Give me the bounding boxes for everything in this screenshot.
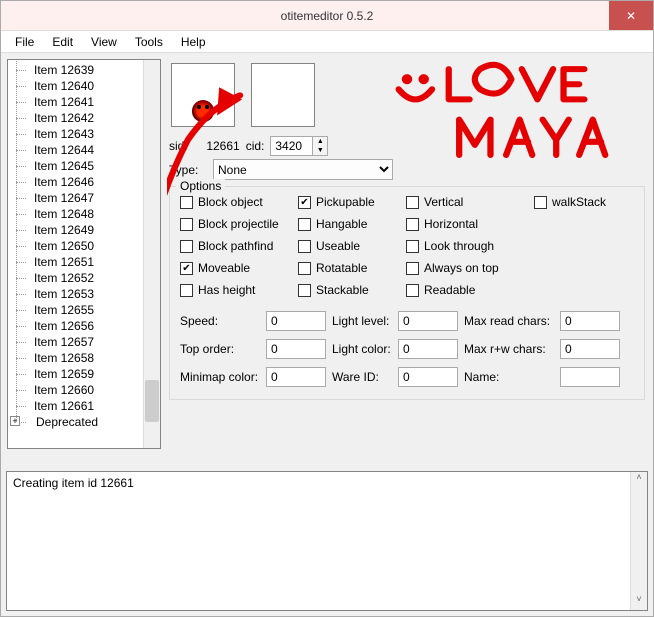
window-title: otitemeditor 0.5.2: [281, 9, 374, 23]
name-input[interactable]: [560, 367, 620, 387]
tree-item[interactable]: Item 12640: [8, 78, 143, 94]
sprite-preview-2: [251, 63, 315, 127]
tree-item-deprecated[interactable]: +Deprecated: [8, 414, 143, 430]
tree-item[interactable]: Item 12661: [8, 398, 143, 414]
check-moveable[interactable]: ✔Moveable: [180, 261, 290, 275]
check-readable[interactable]: Readable: [406, 283, 526, 297]
speed-input[interactable]: [266, 311, 326, 331]
log-scrollbar[interactable]: ˄ ˅: [630, 472, 647, 610]
menu-tools[interactable]: Tools: [127, 33, 171, 51]
menu-help[interactable]: Help: [173, 33, 214, 51]
title-bar: otitemeditor 0.5.2 ✕: [1, 1, 653, 31]
type-select[interactable]: None: [213, 159, 393, 180]
max-read-label: Max read chars:: [464, 314, 554, 328]
tree-item[interactable]: Item 12641: [8, 94, 143, 110]
type-row: Type: None: [169, 159, 645, 180]
check-always-on-top[interactable]: Always on top: [406, 261, 526, 275]
tree-item[interactable]: Item 12639: [8, 62, 143, 78]
tree-item[interactable]: Item 12644: [8, 142, 143, 158]
options-grid: Block object ✔Pickupable Vertical walkSt…: [180, 195, 634, 297]
tree-item[interactable]: Item 12651: [8, 254, 143, 270]
light-color-input[interactable]: [398, 339, 458, 359]
light-color-label: Light color:: [332, 342, 392, 356]
tree-item[interactable]: Item 12650: [8, 238, 143, 254]
check-pickupable[interactable]: ✔Pickupable: [298, 195, 398, 209]
check-rotatable[interactable]: Rotatable: [298, 261, 398, 275]
sprite-preview-1: [171, 63, 235, 127]
max-rw-label: Max r+w chars:: [464, 342, 554, 356]
tree-scrollbar[interactable]: [143, 60, 160, 448]
check-block-object[interactable]: Block object: [180, 195, 290, 209]
sid-label: sid:: [169, 139, 188, 153]
preview-row: [169, 61, 645, 133]
menu-edit[interactable]: Edit: [44, 33, 81, 51]
sid-value: 12661: [194, 139, 240, 153]
properties-grid: Speed: Light level: Max read chars: Top …: [180, 311, 634, 387]
check-block-projectile[interactable]: Block projectile: [180, 217, 290, 231]
cid-input[interactable]: [270, 136, 312, 156]
check-vertical[interactable]: Vertical: [406, 195, 526, 209]
check-look-through[interactable]: Look through: [406, 239, 526, 253]
tree-item[interactable]: Item 12653: [8, 286, 143, 302]
check-stackable[interactable]: Stackable: [298, 283, 398, 297]
light-level-label: Light level:: [332, 314, 392, 328]
cid-label: cid:: [246, 139, 265, 153]
log-text: Creating item id 12661: [13, 476, 134, 490]
check-useable[interactable]: Useable: [298, 239, 398, 253]
tree-item[interactable]: Item 12647: [8, 190, 143, 206]
tree-scroll-thumb[interactable]: [145, 380, 159, 422]
tree-item[interactable]: Item 12657: [8, 334, 143, 350]
item-tree: Item 12639Item 12640Item 12641Item 12642…: [7, 59, 161, 449]
max-rw-input[interactable]: [560, 339, 620, 359]
tree-viewport[interactable]: Item 12639Item 12640Item 12641Item 12642…: [8, 60, 143, 448]
top-order-input[interactable]: [266, 339, 326, 359]
check-hangable[interactable]: Hangable: [298, 217, 398, 231]
max-read-input[interactable]: [560, 311, 620, 331]
check-horizontal[interactable]: Horizontal: [406, 217, 526, 231]
minimap-label: Minimap color:: [180, 370, 260, 384]
tree-item[interactable]: Item 12643: [8, 126, 143, 142]
cid-spin-buttons[interactable]: ▲▼: [312, 136, 328, 156]
tree-item[interactable]: Item 12655: [8, 302, 143, 318]
options-fieldset: Options Block object ✔Pickupable Vertica…: [169, 186, 645, 400]
top-order-label: Top order:: [180, 342, 260, 356]
close-button[interactable]: ✕: [609, 1, 653, 30]
ware-input[interactable]: [398, 367, 458, 387]
scroll-up-icon[interactable]: ˄: [631, 472, 647, 488]
tree-item[interactable]: Item 12658: [8, 350, 143, 366]
tree-item[interactable]: Item 12648: [8, 206, 143, 222]
tree-item[interactable]: Item 12660: [8, 382, 143, 398]
options-legend: Options: [176, 179, 225, 193]
light-level-input[interactable]: [398, 311, 458, 331]
sid-cid-row: sid: 12661 cid: ▲▼: [169, 136, 645, 156]
main-split: Item 12639Item 12640Item 12641Item 12642…: [1, 53, 653, 469]
ware-label: Ware ID:: [332, 370, 392, 384]
menu-bar: File Edit View Tools Help: [1, 31, 653, 53]
tree-item[interactable]: Item 12656: [8, 318, 143, 334]
close-icon: ✕: [626, 9, 636, 23]
name-label: Name:: [464, 370, 554, 384]
menu-file[interactable]: File: [7, 33, 42, 51]
log-panel: Creating item id 12661 ˄ ˅: [6, 471, 648, 611]
tree-item[interactable]: Item 12652: [8, 270, 143, 286]
tree-item[interactable]: Item 12642: [8, 110, 143, 126]
menu-view[interactable]: View: [83, 33, 125, 51]
expand-icon[interactable]: +: [10, 416, 20, 426]
type-label: Type:: [169, 163, 207, 177]
tree-item[interactable]: Item 12645: [8, 158, 143, 174]
scroll-down-icon[interactable]: ˅: [631, 594, 647, 610]
tree-item[interactable]: Item 12659: [8, 366, 143, 382]
check-has-height[interactable]: Has height: [180, 283, 290, 297]
client-area: Item 12639Item 12640Item 12641Item 12642…: [1, 53, 653, 616]
tree-item[interactable]: Item 12649: [8, 222, 143, 238]
cid-spinner[interactable]: ▲▼: [270, 136, 328, 156]
speed-label: Speed:: [180, 314, 260, 328]
check-walkstack[interactable]: walkStack: [534, 195, 634, 209]
app-window: otitemeditor 0.5.2 ✕ File Edit View Tool…: [0, 0, 654, 617]
minimap-input[interactable]: [266, 367, 326, 387]
details-panel: sid: 12661 cid: ▲▼ Type: None Options: [167, 59, 647, 463]
tree-item[interactable]: Item 12646: [8, 174, 143, 190]
item-sprite-icon: [192, 100, 214, 122]
check-block-pathfind[interactable]: Block pathfind: [180, 239, 290, 253]
